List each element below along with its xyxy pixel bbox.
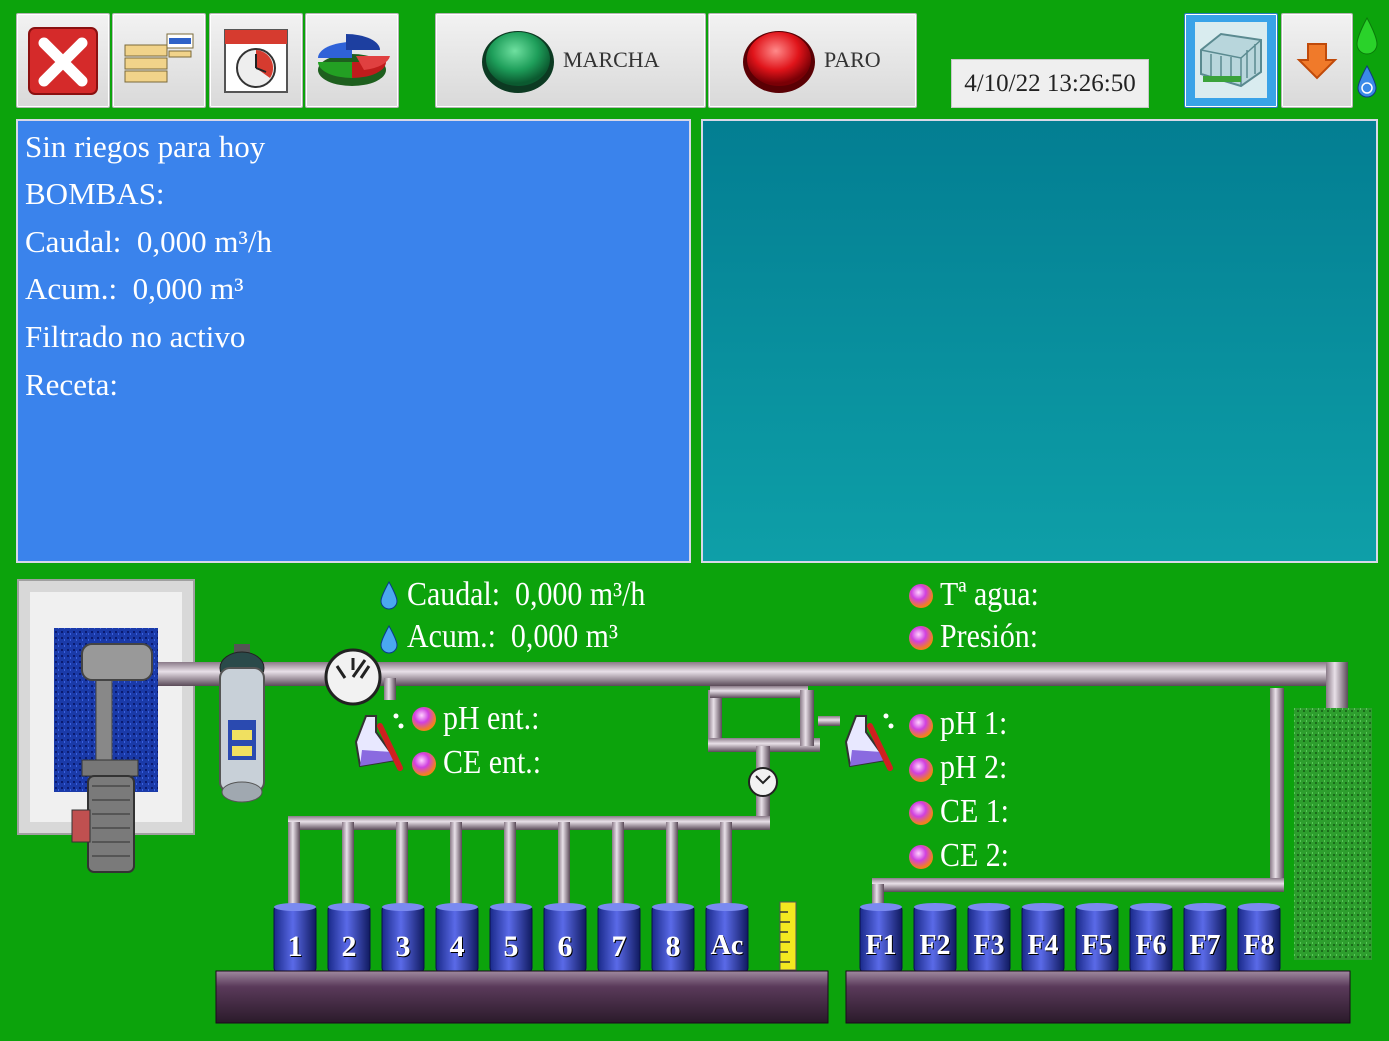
calendar-clock-icon [224,29,288,93]
download-button[interactable] [1281,13,1353,108]
paro-button[interactable]: PARO [708,13,917,108]
info-panel [701,119,1378,563]
status-line-riegos: Sin riegos para hoy [25,129,266,164]
tank-8-label: 8 [665,930,681,963]
tank-f6-label: F6 [1135,930,1167,961]
ph2-sensor-icon [909,758,933,782]
status-line-receta: Receta: [25,367,118,402]
marcha-button[interactable]: MARCHA [435,13,706,108]
ph-ent-sensor-icon [412,707,436,731]
tank-f7-label: F7 [1189,930,1221,961]
tank-1-label: 1 [287,930,303,963]
red-stop-icon [743,31,815,93]
filter [219,644,265,803]
list-icon [124,33,194,83]
status-line-acum: Acum.: 0,000 m³ [25,271,244,306]
tank-f4-label: F4 [1027,930,1059,961]
ph2-label: pH 2: [940,749,1008,786]
pressure-sensor-icon [909,626,933,650]
ce-ent-label: CE ent.: [443,744,542,781]
field-plot [1294,708,1372,960]
accumulated-label: Acum.: 0,000 m³ [407,618,618,655]
tank-f5-label: F5 [1081,930,1113,961]
level-ruler-icon [779,901,797,971]
tank-4-label: 4 [449,930,465,963]
tank-5-label: 5 [503,930,519,963]
pressure-label: Presión: [940,618,1039,655]
water-drop-icon [380,580,398,610]
ce1-sensor-icon [909,801,933,825]
left-manifold-risers [288,822,732,908]
arrow-down-icon [1296,43,1338,80]
status-line-bombas: BOMBAS: [25,176,165,211]
sensor-flask-icon [354,713,404,771]
ph1-sensor-icon [909,714,933,738]
marcha-label: MARCHA [563,47,660,72]
schedule-button[interactable] [209,13,303,108]
tank-2-label: 2 [341,930,357,963]
flow-rate-label: Caudal: 0,000 m³/h [407,576,646,613]
water-status-icons [1356,16,1378,98]
tank-7-label: 7 [611,930,627,963]
green-drop-icon [1356,16,1378,55]
irrigation-diagram [17,579,1372,1024]
list-view-button[interactable] [112,13,206,108]
tank-f1-label: F1 [865,930,897,961]
ph-ent-label: pH ent.: [443,700,540,737]
paro-label: PARO [824,47,881,72]
status-line-filtrado: Filtrado no activo [25,319,246,354]
sensor-flask-icon-2 [844,713,894,771]
ce-ent-sensor-icon [412,752,436,776]
status-line-caudal: Caudal: 0,000 m³/h [25,224,272,259]
tank-6-label: 6 [557,930,573,963]
greenhouse-icon [1195,22,1267,98]
ce2-label: CE 2: [940,837,1009,874]
water-temp-label: Tª agua: [940,576,1039,613]
close-button[interactable] [16,13,110,108]
left-tank-base [215,970,829,1024]
ce1-label: CE 1: [940,793,1009,830]
status-panel: Sin riegos para hoy BOMBAS: Caudal: 0,00… [16,119,691,563]
right-tank-base [845,970,1351,1024]
datetime-display: 4/10/22 13:26:50 [951,59,1149,108]
ce2-sensor-icon [909,845,933,869]
temp-sensor-icon [909,584,933,608]
tank-3-label: 3 [395,930,411,963]
tank-ac-label: Ac [710,930,744,961]
tank-f8-label: F8 [1243,930,1275,961]
tank-f3-label: F3 [973,930,1005,961]
ph1-label: pH 1: [940,705,1008,742]
statistics-button[interactable] [305,13,399,108]
close-icon [28,27,98,95]
water-drop-icon-2 [380,624,398,654]
greenhouse-button[interactable] [1184,13,1278,108]
pie-chart-icon [318,34,390,86]
tank-f2-label: F2 [919,930,951,961]
